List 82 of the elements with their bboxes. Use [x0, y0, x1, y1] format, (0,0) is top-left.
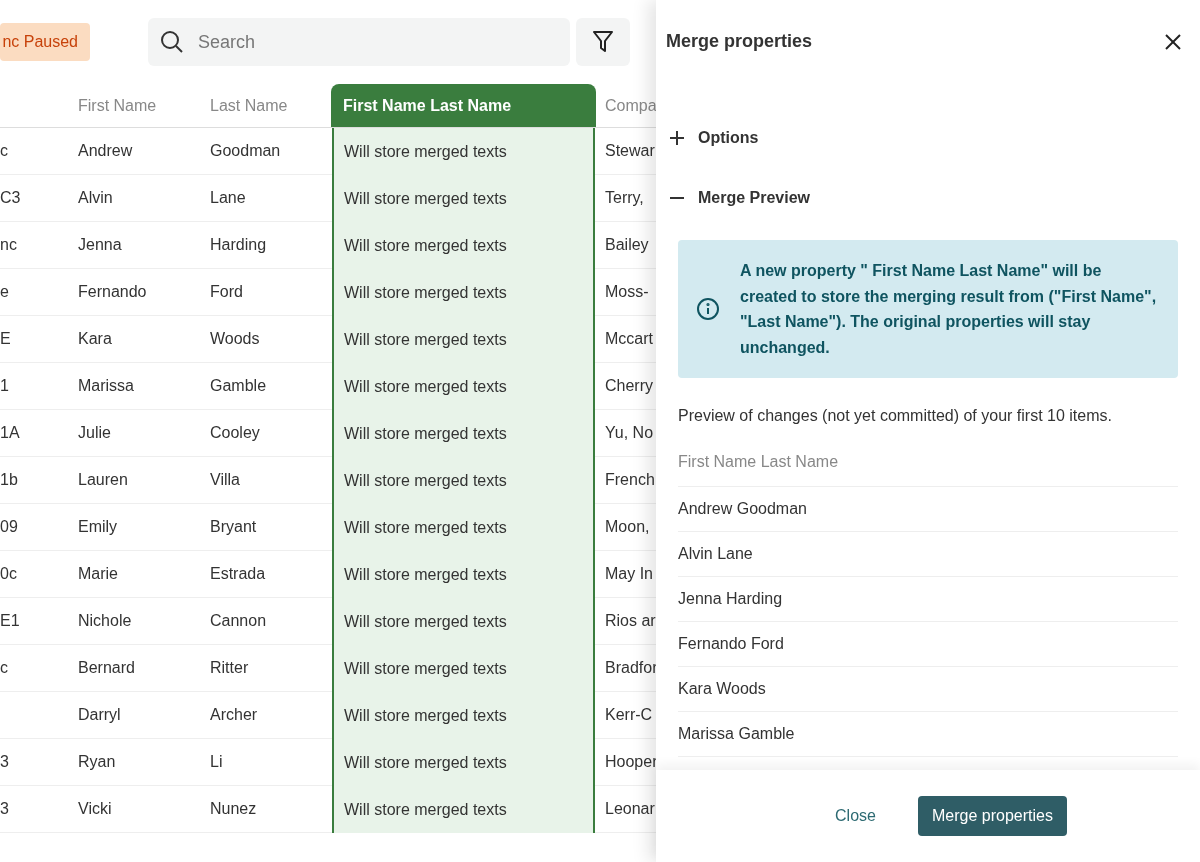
column-header[interactable]: Compa: [595, 84, 656, 128]
table-cell: May In: [595, 551, 656, 598]
table-cell: 3: [0, 739, 78, 786]
table-cell: Yu, No: [595, 410, 656, 457]
preview-item: Andrew Goodman: [678, 487, 1178, 533]
table-cell: E1: [0, 598, 78, 645]
table-cell: Will store merged texts: [332, 739, 595, 786]
table-cell: Marie: [78, 551, 210, 598]
table-cell: Will store merged texts: [332, 410, 595, 457]
table-cell: Will store merged texts: [332, 316, 595, 363]
table-cell: 09: [0, 504, 78, 551]
column-header[interactable]: First Name Last Name: [331, 84, 596, 128]
table-cell: Moss-: [595, 269, 656, 316]
table-cell: 1: [0, 363, 78, 410]
filter-icon: [593, 31, 613, 53]
table-cell: E: [0, 316, 78, 363]
merge-button[interactable]: Merge properties: [917, 796, 1067, 836]
table-cell: Will store merged texts: [332, 175, 595, 222]
table-cell: Bernard: [78, 645, 210, 692]
table-cell: Will store merged texts: [332, 128, 595, 175]
table-cell: Ryan: [78, 739, 210, 786]
table-cell: Rios ar: [595, 598, 656, 645]
plus-icon: [670, 131, 684, 145]
panel-title: Merge properties: [666, 31, 813, 53]
table-cell: Jenna: [78, 222, 210, 269]
table-cell: Will store merged texts: [332, 222, 595, 269]
table-cell: Will store merged texts: [332, 645, 595, 692]
table-cell: C3: [0, 175, 78, 222]
preview-item: Marissa Gamble: [678, 712, 1178, 758]
table-cell: c: [0, 645, 78, 692]
section-toggle[interactable]: Merge Preview: [670, 168, 811, 228]
search-bar[interactable]: Search: [148, 18, 570, 66]
preview-item: Alvin Lane: [678, 532, 1178, 578]
table-cell: Will store merged texts: [332, 786, 595, 833]
status-badge: nc Paused: [0, 23, 90, 61]
filter-button[interactable]: [576, 18, 630, 66]
table-cell: Will store merged texts: [332, 692, 595, 739]
table-cell: Cherry: [595, 363, 656, 410]
table-cell: Stewar: [595, 128, 656, 175]
search-icon: [160, 30, 184, 54]
preview-item: Kara Woods: [678, 667, 1178, 713]
table-cell: Alvin: [78, 175, 210, 222]
search-field[interactable]: Search: [196, 27, 536, 57]
table-cell: 1b: [0, 457, 78, 504]
table-cell: Darryl: [78, 692, 210, 739]
close-button[interactable]: Close: [829, 803, 882, 829]
table-cell: Lauren: [78, 457, 210, 504]
table-cell: nc: [0, 222, 78, 269]
table-cell: 3: [0, 786, 78, 833]
table-cell: Marissa: [78, 363, 210, 410]
section-toggle[interactable]: Options: [670, 108, 759, 168]
table-cell: Mccart: [595, 316, 656, 363]
table-cell: Andrew: [78, 128, 210, 175]
table-cell: Kerr-C: [595, 692, 656, 739]
table-cell: Julie: [78, 410, 210, 457]
table-cell: Bailey: [595, 222, 656, 269]
info-icon: [696, 297, 720, 322]
table-cell: Moon,: [595, 504, 656, 551]
info-message: A new property " First Name Last Name" will be created to store the merging result from ("First Name", "Last Name"). The original properties will stay unchanged.: [740, 261, 1158, 358]
table-cell: Will store merged texts: [332, 269, 595, 316]
table-cell: 0c: [0, 551, 78, 598]
table-cell: 1A: [0, 410, 78, 457]
table-cell: Vicki: [78, 786, 210, 833]
table-cell: Will store merged texts: [332, 551, 595, 598]
table-cell: Kara: [78, 316, 210, 363]
table-cell: Will store merged texts: [332, 363, 595, 410]
table-cell: Leonar: [595, 786, 656, 833]
table-cell: Nichole: [78, 598, 210, 645]
column-header[interactable]: First Name: [78, 84, 210, 128]
table-cell: Terry,: [595, 175, 656, 222]
table-cell: Fernando: [78, 269, 210, 316]
table-cell: Will store merged texts: [332, 504, 595, 551]
table-cell: Emily: [78, 504, 210, 551]
preview-header: First Name Last Name: [678, 450, 1178, 488]
table-cell: e: [0, 269, 78, 316]
preview-note: Preview of changes (not yet committed) of your first 10 items.: [678, 406, 1113, 427]
preview-item: Fernando Ford: [678, 622, 1178, 668]
preview-item: Jenna Harding: [678, 577, 1178, 623]
table-cell: Will store merged texts: [332, 598, 595, 645]
table-cell: Will store merged texts: [332, 457, 595, 504]
table-cell: French,: [595, 457, 656, 504]
table-cell: c: [0, 128, 78, 175]
